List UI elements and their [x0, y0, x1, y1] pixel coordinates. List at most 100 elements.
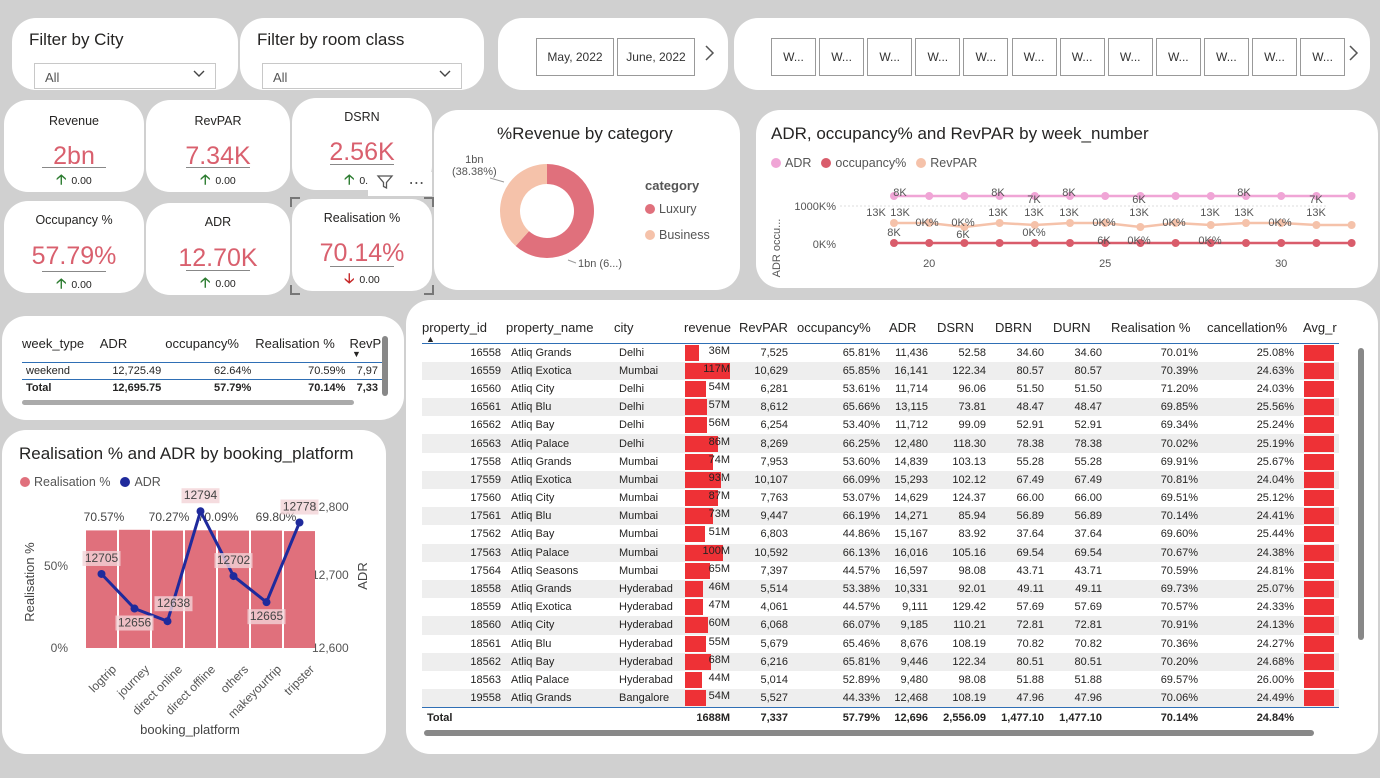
table-row[interactable]: 17563 Atliq Palace Mumbai 100M 10,592 66.13% 1… — [422, 543, 1339, 562]
data-point[interactable] — [1171, 239, 1180, 247]
vertical-scrollbar[interactable] — [1358, 348, 1364, 640]
platform-combo-chart[interactable]: Realisation % ADR50%0%12,80012,70012,600b… — [2, 430, 386, 754]
more-options-icon[interactable]: ⋯ — [409, 176, 425, 192]
table-header[interactable]: DURN — [1049, 320, 1107, 344]
table-header[interactable]: Realisation % — [1107, 320, 1203, 344]
table-row[interactable]: 17564 Atliq Seasons Mumbai 65M 7,397 44.57% 16… — [422, 562, 1339, 580]
table-row[interactable]: 17559 Atliq Exotica Mumbai 93M 10,107 66.09% 1… — [422, 470, 1339, 489]
bar-realisation[interactable] — [218, 530, 249, 648]
adr-point[interactable] — [196, 507, 205, 516]
data-point[interactable] — [1277, 192, 1286, 200]
table-row[interactable]: 16561 Atliq Blu Delhi 57M 8,612 65.66% 13,115 7… — [422, 398, 1339, 417]
table-row[interactable]: 18559 Atliq Exotica Hyderabad 47M 4,061 44.57… — [422, 598, 1339, 616]
table-row[interactable]: 17562 Atliq Bay Mumbai 51M 6,803 44.86% 15,167… — [422, 525, 1339, 543]
adr-point[interactable] — [163, 617, 172, 626]
data-point[interactable] — [1066, 239, 1074, 247]
data-point[interactable] — [1101, 192, 1110, 200]
table-header[interactable]: DBRN — [991, 320, 1049, 344]
data-point[interactable] — [1242, 219, 1250, 227]
bar-realisation[interactable] — [86, 530, 117, 648]
data-point[interactable] — [1242, 239, 1250, 247]
week-slicer-item[interactable]: W... — [1300, 38, 1346, 76]
data-point[interactable] — [995, 239, 1004, 247]
month-slicer-item[interactable]: June, 2022 — [617, 38, 695, 76]
table-header[interactable]: week_type — [22, 336, 100, 363]
table-row[interactable]: 18558 Atliq Grands Hyderabad 46M 5,514 53.38%… — [422, 579, 1339, 599]
bar-realisation[interactable] — [251, 530, 282, 648]
table-header[interactable]: DSRN — [933, 320, 991, 344]
table-row[interactable]: 17560 Atliq City Mumbai 87M 7,763 53.07% 14,62… — [422, 489, 1339, 507]
vertical-scrollbar[interactable] — [382, 336, 388, 396]
week-slicer-item[interactable]: W... — [915, 38, 961, 76]
data-point[interactable] — [995, 219, 1004, 227]
table-row[interactable]: 18560 Atliq City Hyderabad 60M 6,068 66.07% 9,… — [422, 616, 1339, 635]
data-point[interactable] — [890, 219, 898, 227]
sort-asc-icon[interactable]: ▲ — [426, 334, 435, 344]
month-slicer-item[interactable]: May, 2022 — [536, 38, 614, 76]
table-header[interactable]: occupancy% — [793, 320, 885, 344]
week-slicer-item[interactable]: W... — [1011, 38, 1057, 76]
week-slicer-item[interactable]: W... — [1059, 38, 1105, 76]
table-header[interactable]: cancellation% — [1203, 320, 1299, 344]
data-point[interactable] — [1171, 192, 1180, 200]
adr-point[interactable] — [295, 518, 304, 527]
sort-desc-icon[interactable]: ▼ — [352, 349, 361, 359]
data-point[interactable] — [1277, 239, 1286, 247]
table-row[interactable]: 17561 Atliq Blu Mumbai 73M 9,447 66.19% 14,271… — [422, 507, 1339, 526]
data-point[interactable] — [890, 239, 898, 247]
week-slicer-item[interactable]: W... — [1203, 38, 1249, 76]
table-row[interactable]: 17558 Atliq Grands Mumbai 74M 7,953 53.60% 14,… — [422, 453, 1339, 471]
data-point[interactable] — [1066, 219, 1074, 227]
table-row[interactable]: 16558 Atliq Grands Delhi 36M 7,525 65.81% 11,4… — [422, 344, 1339, 362]
adr-point[interactable] — [130, 604, 139, 613]
table-header[interactable]: ADR — [885, 320, 933, 344]
data-point[interactable] — [1347, 221, 1356, 229]
week-slicer-item[interactable]: W... — [819, 38, 865, 76]
week-slicer-item[interactable]: W... — [771, 38, 816, 76]
table-header[interactable]: property_name — [506, 320, 614, 344]
table-header[interactable]: Avg_r — [1299, 320, 1339, 344]
table-header[interactable]: city — [614, 320, 680, 344]
legend-item-business[interactable]: Business — [645, 228, 710, 242]
week-type-table[interactable]: week_type ADR occupancy% Realisation % RevP w… — [22, 336, 382, 397]
data-point[interactable] — [925, 192, 934, 200]
week-slicer-item[interactable]: W... — [1252, 38, 1297, 76]
data-point[interactable] — [1347, 192, 1356, 200]
property-table[interactable]: property_id property_name city revenue RevPA… — [422, 320, 1339, 728]
table-header[interactable]: Realisation % — [255, 336, 349, 363]
data-point[interactable] — [1312, 239, 1321, 247]
table-header[interactable]: occupancy% — [165, 336, 255, 363]
room-class-dropdown[interactable]: All — [262, 63, 462, 89]
horizontal-scrollbar[interactable] — [424, 730, 1314, 736]
table-row[interactable]: 18561 Atliq Blu Hyderabad 55M 5,679 65.46% 8,6… — [422, 635, 1339, 653]
data-point[interactable] — [1347, 239, 1356, 247]
legend-item-luxury[interactable]: Luxury — [645, 202, 697, 216]
table-row[interactable]: 18563 Atliq Palace Hyderabad 44M 5,014 52.89%… — [422, 671, 1339, 689]
adr-point[interactable] — [262, 598, 271, 607]
data-point[interactable] — [960, 192, 969, 200]
data-point[interactable] — [925, 239, 934, 247]
table-row[interactable]: 16563 Atliq Palace Delhi 86M 8,269 66.25% 12,4… — [422, 434, 1339, 453]
week-slicer-item[interactable]: W... — [867, 38, 913, 76]
week-slicer-item[interactable]: W... — [1107, 38, 1153, 76]
filter-icon[interactable] — [376, 173, 394, 196]
table-header[interactable]: revenue — [680, 320, 735, 344]
data-point[interactable] — [1206, 192, 1215, 200]
adr-point[interactable] — [97, 569, 106, 578]
table-header[interactable]: ADR — [100, 336, 165, 363]
data-point[interactable] — [1206, 221, 1215, 229]
table-row[interactable]: 16562 Atliq Bay Delhi 56M 6,254 53.40% 11,712 9… — [422, 416, 1339, 434]
table-header[interactable]: RevPAR — [735, 320, 793, 344]
table-row[interactable]: 16559 Atliq Exotica Mumbai 117M 10,629 65.85%… — [422, 361, 1339, 380]
table-row[interactable]: weekend 12,725.49 62.64% 70.59% 7,97 — [22, 362, 382, 380]
adr-point[interactable] — [229, 572, 238, 581]
table-row[interactable]: 16560 Atliq City Delhi 54M 6,281 53.61% 11,714… — [422, 380, 1339, 398]
table-row[interactable]: 18562 Atliq Bay Hyderabad 68M 6,216 65.81% 9,4… — [422, 652, 1339, 671]
horizontal-scrollbar[interactable] — [22, 400, 354, 405]
data-point[interactable] — [1312, 221, 1321, 229]
city-dropdown[interactable]: All — [34, 63, 216, 89]
week-slicer-item[interactable]: W... — [1155, 38, 1201, 76]
week-slicer-item[interactable]: W... — [963, 38, 1009, 76]
week-line-chart[interactable]: ADR occu...1000K%0K%20 25 308K13K 13K8K8K6K… — [756, 110, 1378, 288]
data-point[interactable] — [1136, 223, 1145, 231]
